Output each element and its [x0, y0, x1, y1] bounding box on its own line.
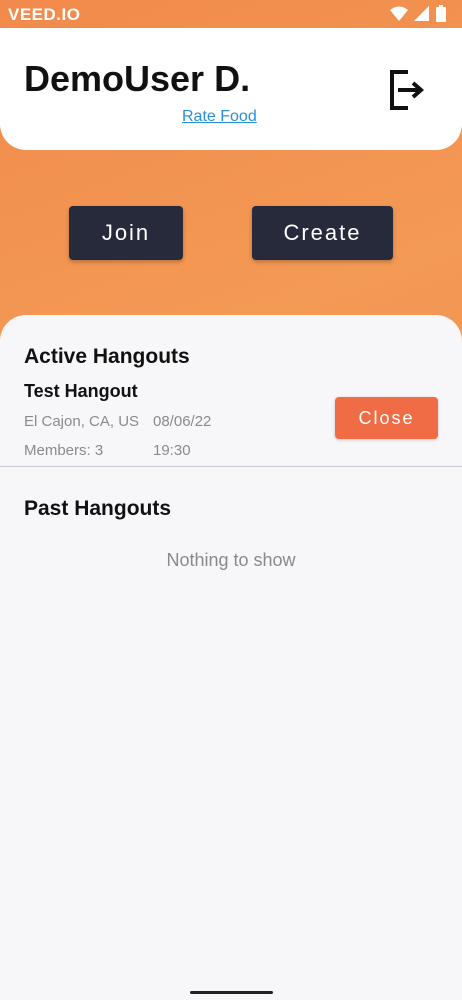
hangout-time: 19:30	[153, 442, 191, 459]
divider	[0, 466, 462, 467]
hangouts-panel: Active Hangouts Test Hangout El Cajon, C…	[0, 315, 462, 981]
rate-food-link[interactable]: Rate Food	[182, 108, 257, 126]
empty-state-text: Nothing to show	[166, 550, 296, 570]
home-gesture-handle[interactable]	[190, 991, 273, 994]
watermark: VEED.IO	[8, 5, 81, 24]
user-name: DemoUser D.	[24, 58, 251, 99]
wifi-icon	[390, 6, 408, 22]
status-bar: VEED.IO	[0, 0, 462, 28]
close-hangout-button[interactable]: Close	[335, 397, 438, 439]
hangout-date: 08/06/22	[153, 413, 212, 430]
navigation-bar	[0, 981, 462, 1000]
profile-header: DemoUser D. Rate Food	[0, 28, 462, 150]
logout-icon	[386, 70, 426, 116]
list-item: Test Hangout El Cajon, CA, US 08/06/22 M…	[0, 375, 462, 467]
create-button[interactable]: Create	[252, 206, 393, 260]
join-button[interactable]: Join	[69, 206, 183, 260]
hangout-name: Test Hangout	[24, 381, 138, 401]
hangout-location: El Cajon, CA, US	[24, 413, 140, 430]
past-hangouts-title: Past Hangouts	[24, 497, 172, 520]
active-hangouts-title: Active Hangouts	[24, 345, 190, 368]
battery-icon	[436, 5, 446, 22]
logout-button[interactable]	[386, 68, 426, 112]
hangout-members: Members: 3	[24, 442, 104, 459]
status-icons	[390, 5, 446, 22]
cellular-signal-icon	[414, 5, 430, 22]
